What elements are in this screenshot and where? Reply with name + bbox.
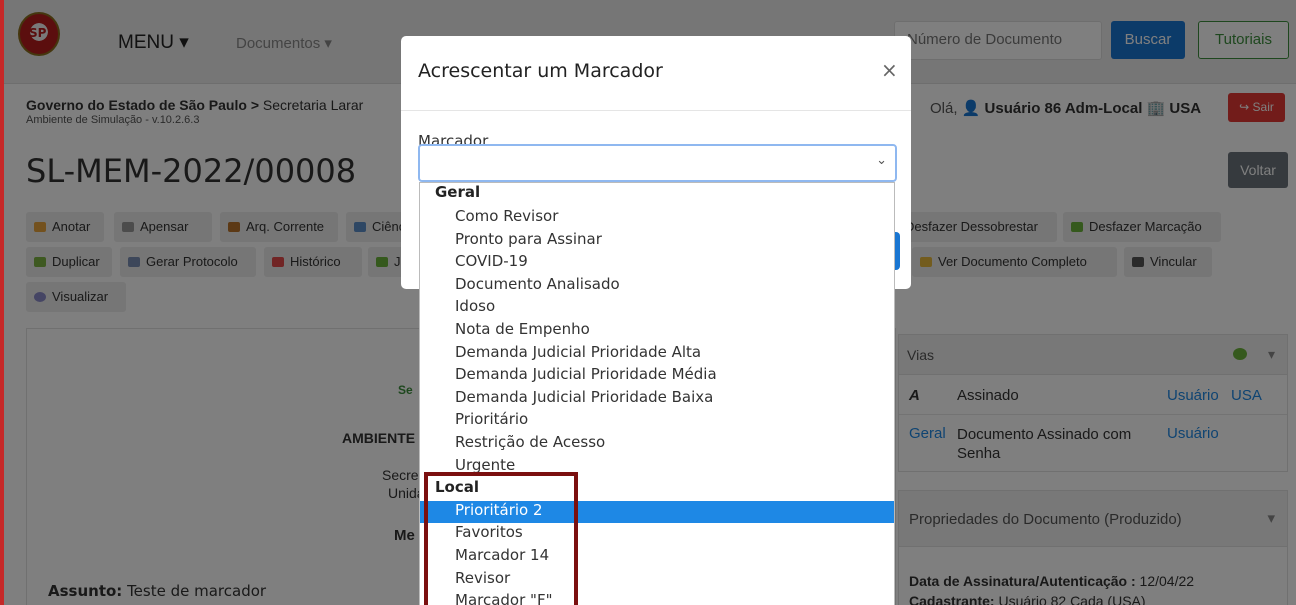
- option-covid-19[interactable]: COVID-19: [420, 252, 894, 275]
- modal-title: Acrescentar um Marcador: [418, 60, 663, 82]
- option-documento-analisado[interactable]: Documento Analisado: [420, 275, 894, 298]
- option-como-revisor[interactable]: Como Revisor: [420, 207, 894, 230]
- option-demanda-judicial-media[interactable]: Demanda Judicial Prioridade Média: [420, 365, 894, 388]
- option-nota-de-empenho[interactable]: Nota de Empenho: [420, 320, 894, 343]
- option-pronto-para-assinar[interactable]: Pronto para Assinar: [420, 230, 894, 253]
- option-restricao-de-acesso[interactable]: Restrição de Acesso: [420, 433, 894, 456]
- option-demanda-judicial-alta[interactable]: Demanda Judicial Prioridade Alta: [420, 343, 894, 366]
- modal-divider: [401, 110, 911, 111]
- chevron-down-icon: ⌄: [876, 153, 887, 168]
- option-idoso[interactable]: Idoso: [420, 297, 894, 320]
- option-prioritario[interactable]: Prioritário: [420, 410, 894, 433]
- close-icon[interactable]: ×: [881, 58, 898, 82]
- marcador-select[interactable]: ⌄: [418, 144, 897, 182]
- left-red-edge: [0, 0, 4, 605]
- optgroup-geral: Geral: [435, 183, 481, 201]
- local-group-highlight-annotation: [424, 472, 578, 605]
- option-demanda-judicial-baixa[interactable]: Demanda Judicial Prioridade Baixa: [420, 388, 894, 411]
